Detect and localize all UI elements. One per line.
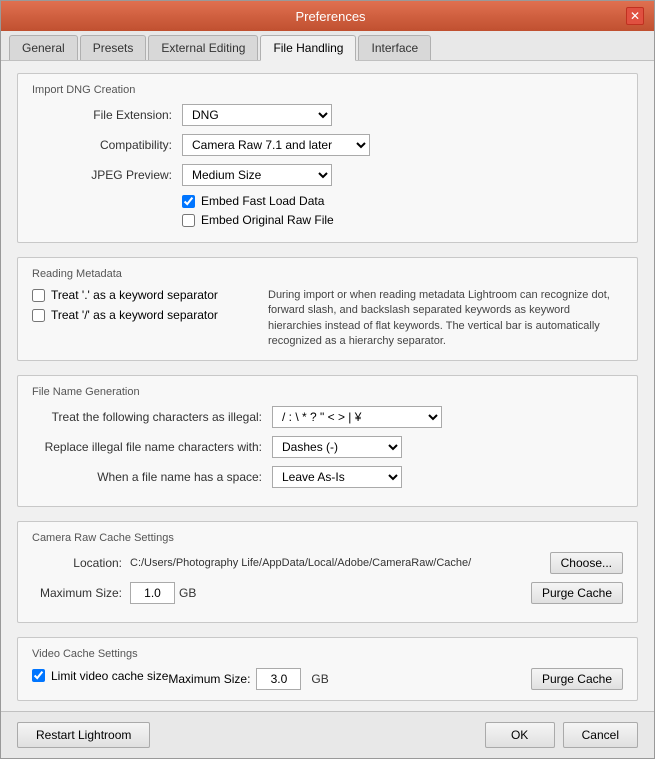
cache-location-label: Location:: [32, 556, 122, 570]
import-dng-label: Import DNG Creation: [32, 84, 623, 96]
file-extension-label: File Extension:: [32, 108, 172, 122]
keyword-slash-row: Treat '/' as a keyword separator: [32, 308, 252, 322]
cache-location-path: C:/Users/Photography Life/AppData/Local/…: [130, 557, 542, 569]
reading-left: Treat '.' as a keyword separator Treat '…: [32, 288, 252, 350]
footer-right: OK Cancel: [485, 722, 638, 748]
tabs-bar: General Presets External Editing File Ha…: [1, 31, 654, 61]
cancel-button[interactable]: Cancel: [563, 722, 638, 748]
embed-original-row: Embed Original Raw File: [182, 213, 623, 227]
cache-location-row: Location: C:/Users/Photography Life/AppD…: [32, 552, 623, 574]
jpeg-preview-select[interactable]: Medium Size: [182, 164, 332, 186]
choose-button[interactable]: Choose...: [550, 552, 623, 574]
embed-fast-load-label: Embed Fast Load Data: [201, 194, 324, 208]
embed-original-checkbox[interactable]: [182, 214, 195, 227]
replace-chars-label: Replace illegal file name characters wit…: [32, 440, 262, 454]
tab-interface[interactable]: Interface: [358, 35, 431, 60]
space-select[interactable]: Leave As-Is: [272, 466, 402, 488]
jpeg-preview-row: JPEG Preview: Medium Size: [32, 164, 623, 186]
keyword-slash-checkbox[interactable]: [32, 309, 45, 322]
video-cache-label: Video Cache Settings: [32, 648, 623, 660]
replace-chars-row: Replace illegal file name characters wit…: [32, 436, 623, 458]
video-left: Limit video cache size: [32, 669, 168, 689]
embed-fast-load-row: Embed Fast Load Data: [182, 194, 623, 208]
embed-original-label: Embed Original Raw File: [201, 213, 334, 227]
keyword-dot-row: Treat '.' as a keyword separator: [32, 288, 252, 302]
keyword-dot-checkbox[interactable]: [32, 289, 45, 302]
file-extension-select[interactable]: DNG: [182, 104, 332, 126]
compatibility-select[interactable]: Camera Raw 7.1 and later: [182, 134, 370, 156]
ok-button[interactable]: OK: [485, 722, 555, 748]
preferences-window: Preferences ✕ General Presets External E…: [0, 0, 655, 759]
reading-metadata-inner: Treat '.' as a keyword separator Treat '…: [32, 288, 623, 350]
illegal-chars-select[interactable]: / : \ * ? " < > | ¥: [272, 406, 442, 428]
cache-size-row: Maximum Size: GB Purge Cache: [32, 582, 623, 604]
video-gb-label: GB: [311, 672, 328, 686]
keyword-dot-label: Treat '.' as a keyword separator: [51, 288, 218, 302]
video-cache-inner: Limit video cache size Maximum Size: GB …: [32, 668, 623, 690]
tab-file-handling[interactable]: File Handling: [260, 35, 356, 61]
video-cache-section: Video Cache Settings Limit video cache s…: [17, 637, 638, 701]
space-label: When a file name has a space:: [32, 470, 262, 484]
cache-max-size-label: Maximum Size:: [32, 586, 122, 600]
limit-video-checkbox[interactable]: [32, 669, 45, 682]
video-size-input[interactable]: [256, 668, 301, 690]
file-name-section: File Name Generation Treat the following…: [17, 375, 638, 507]
purge-video-button[interactable]: Purge Cache: [531, 668, 623, 690]
cache-gb-label: GB: [179, 586, 196, 600]
restart-button[interactable]: Restart Lightroom: [17, 722, 150, 748]
purge-cache-button[interactable]: Purge Cache: [531, 582, 623, 604]
title-bar: Preferences ✕: [1, 1, 654, 31]
limit-video-row: Limit video cache size: [32, 669, 168, 683]
compatibility-row: Compatibility: Camera Raw 7.1 and later: [32, 134, 623, 156]
file-extension-row: File Extension: DNG: [32, 104, 623, 126]
tab-presets[interactable]: Presets: [80, 35, 147, 60]
limit-video-label: Limit video cache size: [51, 669, 168, 683]
compatibility-label: Compatibility:: [32, 138, 172, 152]
video-max-size-label: Maximum Size:: [168, 672, 250, 686]
illegal-chars-label: Treat the following characters as illega…: [32, 410, 262, 424]
video-right: Maximum Size: GB Purge Cache: [168, 668, 623, 690]
window-title: Preferences: [35, 9, 626, 24]
tab-general[interactable]: General: [9, 35, 78, 60]
close-button[interactable]: ✕: [626, 7, 644, 25]
cache-size-input[interactable]: [130, 582, 175, 604]
file-name-label: File Name Generation: [32, 386, 623, 398]
content-area: Import DNG Creation File Extension: DNG …: [1, 61, 654, 711]
reading-info: During import or when reading metadata L…: [268, 288, 623, 350]
replace-chars-select[interactable]: Dashes (-): [272, 436, 402, 458]
tab-external-editing[interactable]: External Editing: [148, 35, 258, 60]
reading-metadata-label: Reading Metadata: [32, 268, 623, 280]
reading-metadata-section: Reading Metadata Treat '.' as a keyword …: [17, 257, 638, 361]
camera-raw-cache-section: Camera Raw Cache Settings Location: C:/U…: [17, 521, 638, 623]
illegal-chars-row: Treat the following characters as illega…: [32, 406, 623, 428]
import-dng-section: Import DNG Creation File Extension: DNG …: [17, 73, 638, 243]
footer: Restart Lightroom OK Cancel: [1, 711, 654, 758]
embed-fast-load-checkbox[interactable]: [182, 195, 195, 208]
keyword-slash-label: Treat '/' as a keyword separator: [51, 308, 218, 322]
space-row: When a file name has a space: Leave As-I…: [32, 466, 623, 488]
camera-raw-cache-label: Camera Raw Cache Settings: [32, 532, 623, 544]
jpeg-preview-label: JPEG Preview:: [32, 168, 172, 182]
